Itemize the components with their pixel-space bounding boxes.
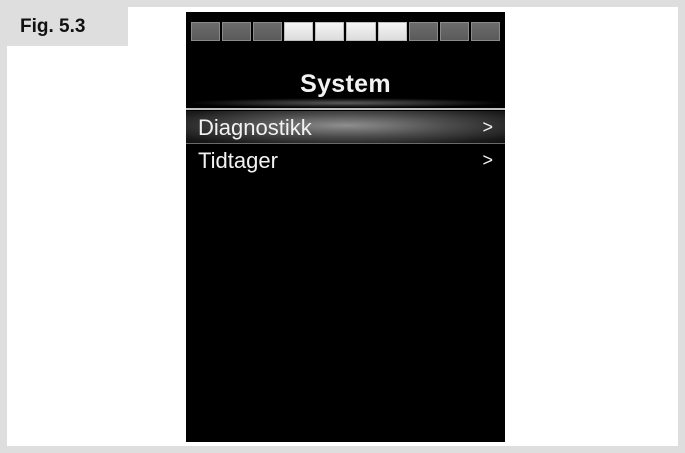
- battery-segment: [253, 22, 283, 41]
- title-glow: [186, 98, 505, 108]
- menu-item-tidtager[interactable]: Tidtager >: [186, 144, 505, 177]
- battery-segment: [191, 22, 221, 41]
- battery-segment: [346, 22, 376, 41]
- menu-item-diagnostikk[interactable]: Diagnostikk >: [186, 111, 505, 144]
- menu-item-label: Tidtager: [198, 148, 278, 173]
- battery-segment: [315, 22, 345, 41]
- battery-segment: [470, 22, 500, 41]
- chevron-right-icon: >: [482, 150, 493, 170]
- device-screen: System Diagnostikk > Tidtager >: [186, 12, 505, 442]
- battery-segment: [284, 22, 314, 41]
- battery-segment: [408, 22, 438, 41]
- chevron-right-icon: >: [482, 117, 493, 137]
- title-divider: [186, 108, 505, 110]
- screen-title: System: [300, 70, 391, 98]
- battery-segment: [439, 22, 469, 41]
- figure-label: Fig. 5.3: [7, 7, 128, 46]
- battery-indicator: [191, 22, 500, 41]
- menu-item-label: Diagnostikk: [198, 115, 312, 140]
- battery-segment: [377, 22, 407, 41]
- battery-segment: [222, 22, 252, 41]
